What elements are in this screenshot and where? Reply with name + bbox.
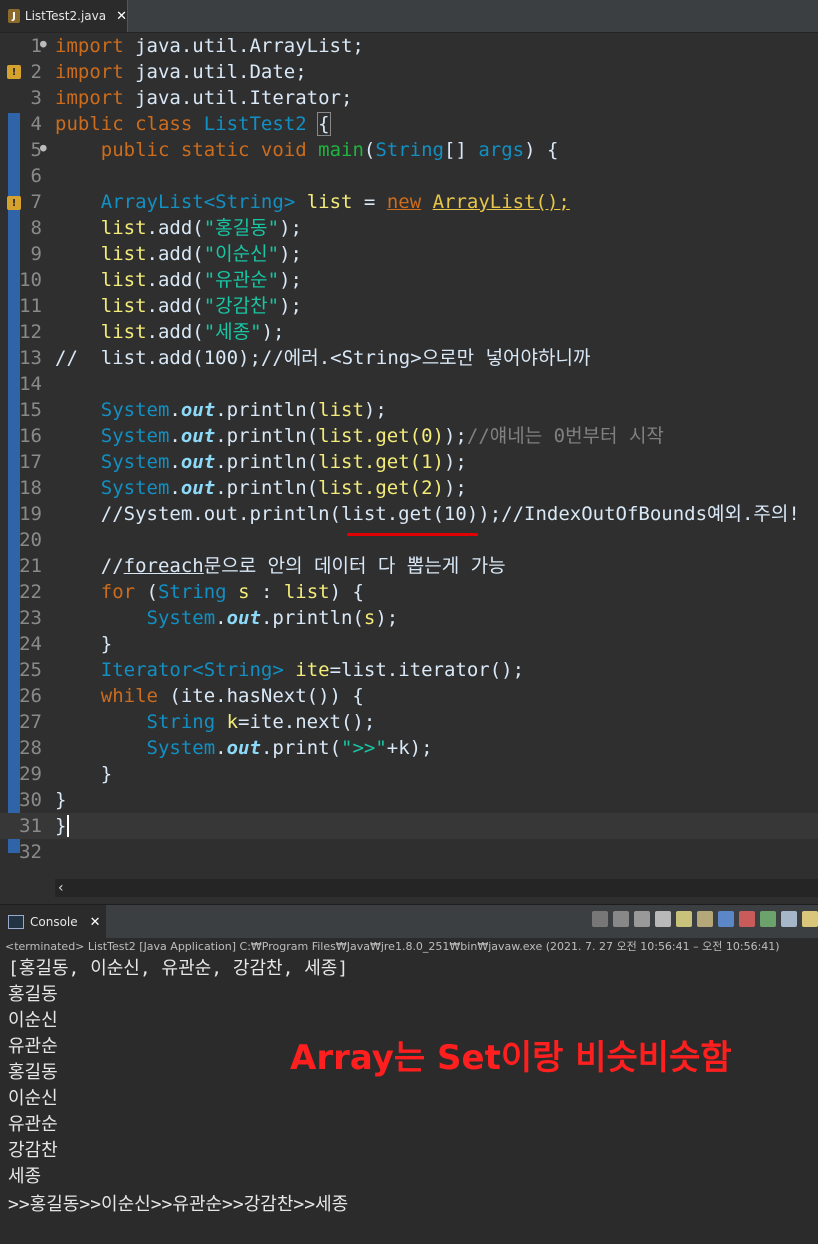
code-line: 9 list.add("이순신");	[30, 243, 302, 265]
code-line: 15 System.out.println(list);	[19, 399, 387, 421]
java-file-icon: J	[8, 9, 20, 23]
horizontal-scrollbar[interactable]: ‹	[55, 879, 818, 897]
code-line: 22 for (String s : list) {	[19, 581, 364, 603]
code-line: 32	[19, 841, 42, 863]
editor-tab-bar: J ListTest2.java ✕	[0, 0, 818, 33]
console-line: 홍길동	[8, 1062, 58, 1083]
pin-console-icon[interactable]	[760, 911, 776, 927]
console-line: 강감찬	[8, 1140, 58, 1161]
tab-listtest2-java[interactable]: J ListTest2.java ✕	[0, 0, 128, 32]
code-line: 13// list.add(100);//에러.<String>으로만 넣어야하…	[19, 347, 591, 369]
show-on-stderr-icon[interactable]	[739, 911, 755, 927]
scroll-left-icon[interactable]: ‹	[58, 879, 64, 897]
code-line: 25 Iterator<String> ite=list.iterator();	[19, 659, 525, 681]
code-line: 26 while (ite.hasNext()) {	[19, 685, 364, 707]
code-line: 21 //foreach문으로 안의 데이터 다 뽑는게 가능	[19, 555, 506, 577]
tab-console[interactable]: Console ✕	[0, 905, 106, 939]
terminate-icon[interactable]	[592, 911, 608, 927]
code-line: 1 ● import java.util.ArrayList;	[30, 33, 364, 57]
console-line: 유관순	[8, 1114, 58, 1135]
code-line: 20	[19, 529, 42, 551]
console-icon	[8, 915, 24, 929]
code-line: 3 import java.util.Iterator;	[30, 87, 353, 109]
current-line: 31}	[0, 813, 818, 839]
code-line: 27 String k=ite.next();	[19, 711, 376, 733]
console-line: [홍길동, 이순신, 유관순, 강감찬, 세종]	[8, 958, 349, 979]
console-line: >>홍길동>>이순신>>유관순>>강감찬>>세종	[8, 1194, 349, 1215]
red-underline-annotation	[347, 533, 478, 536]
fold-icon[interactable]: ●	[40, 33, 47, 55]
code-line: 11 list.add("강감찬");	[19, 295, 302, 317]
console-output[interactable]: [홍길동, 이순신, 유관순, 강감찬, 세종] 홍길동 이순신 유관순 홍길동…	[0, 956, 818, 1244]
close-icon[interactable]: ✕	[90, 915, 101, 930]
console-toolbar	[592, 911, 818, 933]
word-wrap-icon[interactable]	[697, 911, 713, 927]
remove-all-icon[interactable]	[634, 911, 650, 927]
code-line: 4 public class ListTest2 {	[30, 112, 331, 136]
code-editor[interactable]: ! ! 1 ● import java.util.ArrayList; 2 impor…	[0, 33, 818, 897]
code-line: 17 System.out.println(list.get(1));	[19, 451, 467, 473]
close-icon[interactable]: ✕	[116, 9, 127, 24]
tab-label: ListTest2.java	[24, 9, 107, 23]
code-line: 23 System.out.println(s);	[19, 607, 399, 629]
clear-console-icon[interactable]	[655, 911, 671, 927]
console-line: 세종	[8, 1166, 42, 1187]
code-line: 30}	[19, 789, 67, 811]
console-line: 유관순	[8, 1036, 58, 1057]
code-line: 14	[19, 373, 42, 395]
console-tab-label: Console	[30, 915, 78, 929]
code-line: 24 }	[19, 633, 113, 655]
code-line: 19 //System.out.println(list.get(10));//…	[19, 503, 800, 525]
code-line: 18 System.out.println(list.get(2));	[19, 477, 467, 499]
show-on-stdout-icon[interactable]	[718, 911, 734, 927]
red-annotation-text: Array는 Set이랑 비슷비슷함	[290, 1038, 732, 1078]
display-console-icon[interactable]	[781, 911, 797, 927]
fold-icon[interactable]: ●	[40, 137, 47, 159]
console-line: 이순신	[8, 1088, 58, 1109]
code-line: 12 list.add("세종");	[19, 321, 285, 343]
code-line: 28 System.out.print(">>"+k);	[19, 737, 433, 759]
code-line: 7 ArrayList<String> list = new ArrayList…	[30, 191, 570, 213]
console-tab-bar: Console ✕	[0, 904, 818, 939]
console-line: 이순신	[8, 1010, 58, 1031]
console-status-line: <terminated> ListTest2 [Java Application…	[0, 938, 818, 956]
code-line: 6	[30, 165, 42, 187]
code-line: 10 list.add("유관순");	[19, 269, 302, 291]
code-line: 2 import java.util.Date;	[30, 61, 307, 83]
remove-launch-icon[interactable]	[613, 911, 629, 927]
code-line: 29 }	[19, 763, 113, 785]
open-console-icon[interactable]	[802, 911, 818, 927]
console-line: 홍길동	[8, 984, 58, 1005]
code-line: 5 ● public static void main(String[] args…	[30, 137, 559, 161]
code-line: 16 System.out.println(list.get(0));//얘네는…	[19, 425, 664, 447]
code-line: 8 list.add("홍길동");	[30, 217, 302, 239]
scroll-lock-icon[interactable]	[676, 911, 692, 927]
